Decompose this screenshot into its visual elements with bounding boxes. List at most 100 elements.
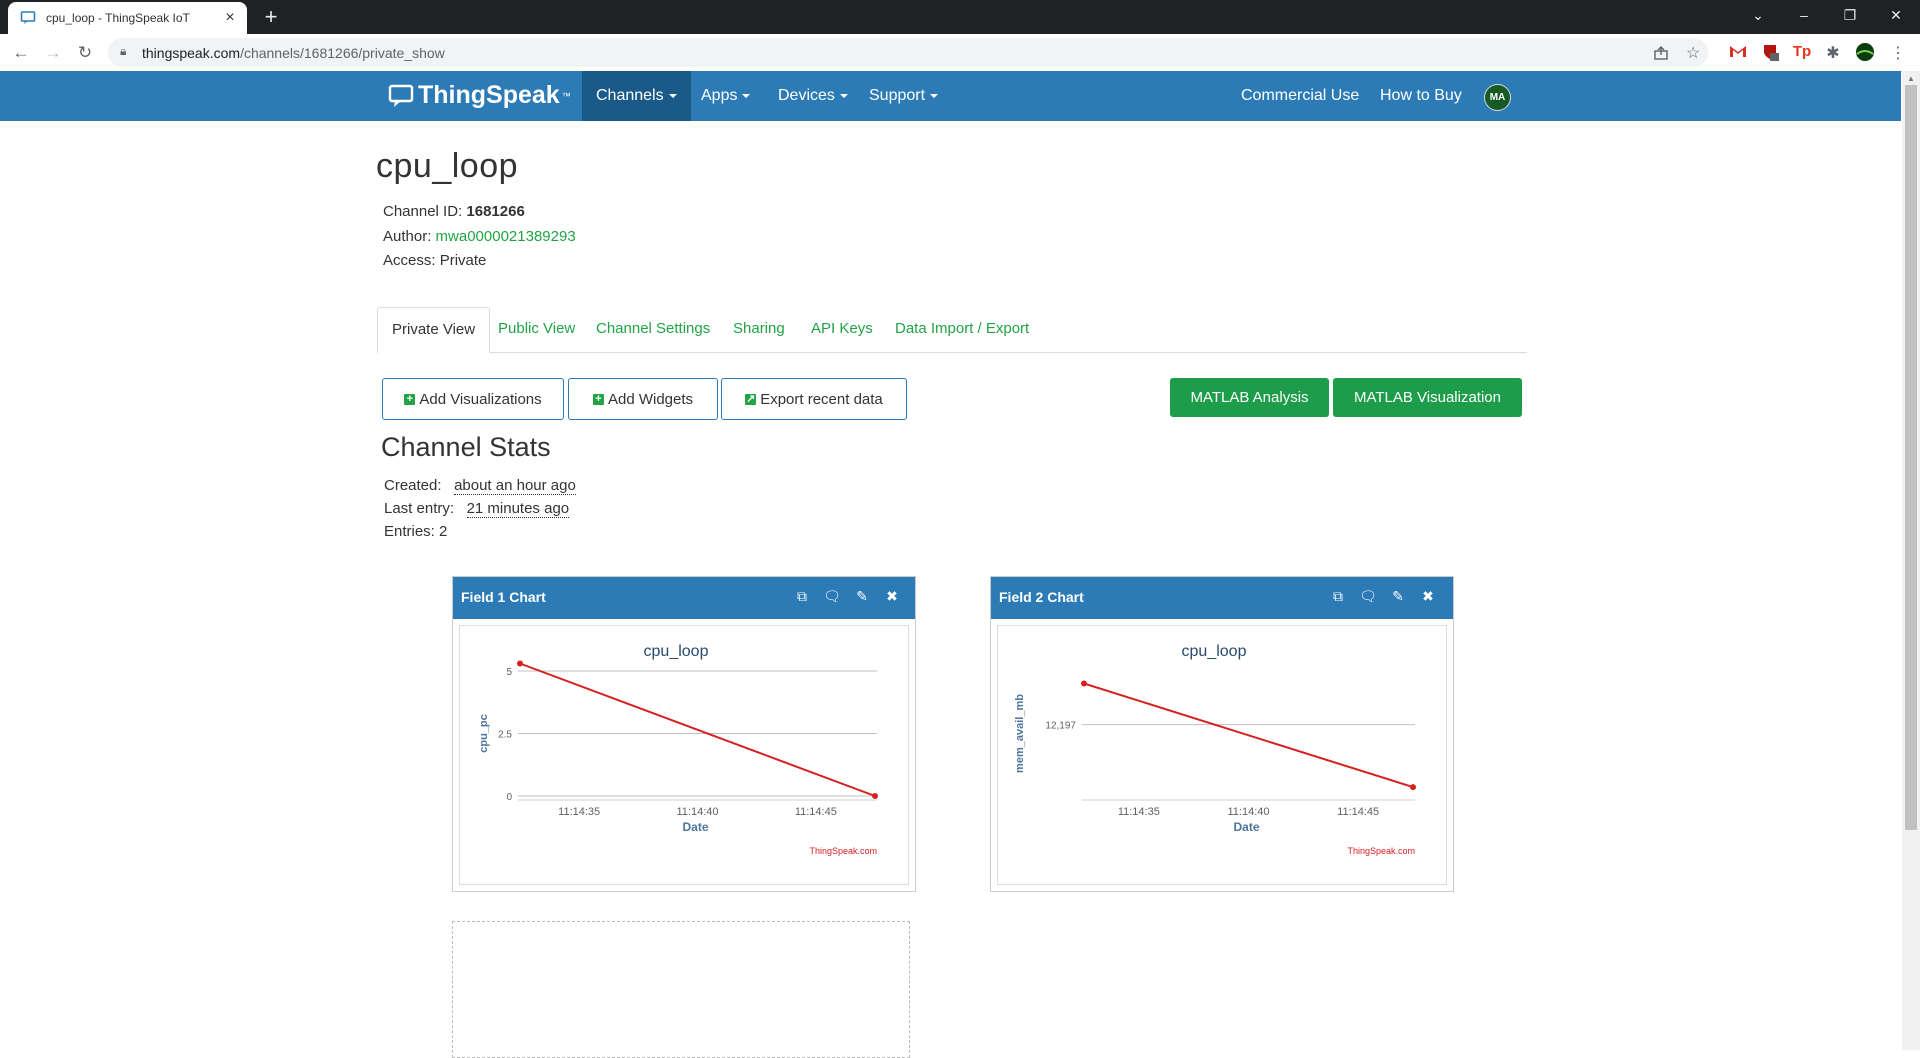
gmail-extension-icon[interactable] [1728,44,1748,58]
caret-down-icon [668,93,677,98]
x-axis-label: Date [682,820,708,834]
x-tick-label: 11:14:35 [558,806,600,818]
scroll-up-icon[interactable]: ▲ [1907,74,1915,83]
tab-search-icon[interactable]: ⌄ [1736,0,1780,30]
thingspeak-navbar: ThingSpeak ™ Channels Apps Devices Suppor… [0,71,1901,121]
tab-api-keys[interactable]: API Keys [797,307,887,351]
matlab-visualization-button[interactable]: MATLAB Visualization [1333,378,1522,417]
plus-square-icon: + [404,393,416,405]
comment-icon[interactable]: 🗨︎ [1359,588,1377,605]
browser-tab[interactable]: cpu_loop - ThingSpeak IoT × [8,2,247,34]
thingspeak-favicon-icon [20,11,36,24]
x-tick-label: 11:14:40 [1227,806,1269,818]
y-axis-label: cpu_pc [478,714,490,753]
tp-extension-icon[interactable]: Tp [1792,43,1812,60]
external-square-icon: ↗ [745,392,757,405]
y-tick-label: 5 [506,667,512,678]
channel-author: Author: mwa0000021389293 [383,228,576,245]
edit-pencil-icon[interactable]: ✎ [1389,588,1407,605]
chart-title: cpu_loop [1182,643,1247,660]
address-bar[interactable]: 🔒︎ thingspeak.com/channels/1681266/priva… [108,38,1708,67]
page-scrollbar[interactable]: ▲ [1902,71,1920,1050]
close-widget-icon[interactable]: ✖ [1419,588,1437,605]
shield-extension-icon[interactable] [1760,43,1780,61]
new-tab-icon[interactable]: + [258,4,284,30]
channel-id: Channel ID: 1681266 [383,203,525,220]
data-point [1410,784,1416,791]
extensions-puzzle-icon[interactable]: ✱ [1823,43,1843,63]
y-tick-label: 2.5 [498,730,512,741]
nav-commercial-use[interactable]: Commercial Use [1227,71,1373,121]
caret-down-icon [742,93,751,98]
tab-public-view[interactable]: Public View [484,307,589,351]
caret-down-icon [930,93,939,98]
export-recent-data-button[interactable]: ↗ Export recent data [721,378,907,420]
nav-apps[interactable]: Apps [687,71,764,121]
comment-icon[interactable]: 🗨︎ [823,588,841,605]
tab-data-import-export[interactable]: Data Import / Export [881,307,1043,351]
close-widget-icon[interactable]: ✖ [883,588,901,605]
chat-bubble-icon [388,84,414,107]
nav-support[interactable]: Support [855,71,952,121]
y-tick-label: 0 [506,792,512,803]
stat-entries: Entries: 2 [384,523,448,540]
lock-icon: 🔒︎ [120,44,127,58]
profile-icon[interactable] [1855,42,1875,62]
edit-pencil-icon[interactable]: ✎ [853,588,871,605]
nav-channels[interactable]: Channels [582,71,691,121]
data-point [1081,680,1087,687]
close-tab-icon[interactable]: × [219,9,241,27]
tab-sharing[interactable]: Sharing [719,307,799,351]
matlab-analysis-button[interactable]: MATLAB Analysis [1170,378,1329,417]
field-2-chart-widget: Field 2 Chart ⧉ 🗨︎ ✎ ✖ cpu_loop 12,197 11:… [990,576,1454,892]
nav-devices[interactable]: Devices [764,71,862,121]
forward-icon[interactable]: → [41,41,65,65]
minimize-icon[interactable]: – [1782,0,1826,30]
nav-how-to-buy[interactable]: How to Buy [1366,71,1476,121]
y-tick-label: 12,197 [1045,721,1076,732]
bookmark-star-icon[interactable]: ☆ [1686,43,1700,63]
tab-private-view[interactable]: Private View [377,307,491,354]
close-window-icon[interactable]: ✕ [1874,0,1918,30]
caret-down-icon [839,93,848,98]
stat-last-entry: Last entry: 21 minutes ago [384,500,570,518]
x-tick-label: 11:14:45 [795,806,837,818]
add-widgets-button[interactable]: + Add Widgets [568,378,718,420]
reload-icon[interactable]: ↻ [73,41,97,65]
widget-title: Field 2 Chart [999,589,1084,605]
widget-header: Field 1 Chart ⧉ 🗨︎ ✎ ✖ [453,577,915,619]
chrome-menu-icon[interactable]: ⋮ [1888,43,1908,63]
open-external-icon[interactable]: ⧉ [793,588,811,605]
chart-title: cpu_loop [644,643,709,660]
widget-title: Field 1 Chart [461,589,546,605]
field-2-line-chart: cpu_loop 12,197 11:14:35 11:14:40 11:14:45 Da… [1014,643,1416,856]
x-tick-label: 11:14:35 [1118,806,1160,818]
open-external-icon[interactable]: ⧉ [1329,588,1347,605]
restore-icon[interactable]: ❐ [1828,0,1872,30]
share-icon[interactable] [1653,45,1669,61]
plus-square-icon: + [592,393,604,405]
tab-channel-settings[interactable]: Channel Settings [582,307,724,351]
field-1-line-chart: cpu_loop 0 2.5 5 11:14:35 11:14:40 11:14:45 Dat… [478,643,878,856]
url-text: thingspeak.com/channels/1681266/private_… [142,45,445,61]
channel-access: Access: Private [383,252,487,269]
widget-header: Field 2 Chart ⧉ 🗨︎ ✎ ✖ [991,577,1453,619]
series-line [519,662,876,797]
channel-tabs: Private View Public View Channel Setting… [377,307,1527,354]
x-tick-label: 11:14:45 [1337,806,1379,818]
author-link[interactable]: mwa0000021389293 [436,228,576,245]
user-avatar[interactable]: MA [1484,84,1511,111]
x-tick-label: 11:14:40 [676,806,718,818]
back-icon[interactable]: ← [9,41,33,65]
y-axis-label: mem_avail_mb [1014,694,1026,773]
add-visualizations-button[interactable]: + Add Visualizations [382,378,564,420]
empty-widget-placeholder [452,921,910,1058]
series-line [1083,682,1414,789]
chart-credit: ThingSpeak.com [809,846,877,856]
stat-created: Created: about an hour ago [384,477,576,495]
tab-title: cpu_loop - ThingSpeak IoT [46,11,190,25]
chart-area: cpu_loop 12,197 11:14:35 11:14:40 11:14:45 Da… [997,625,1447,885]
field-1-chart-widget: Field 1 Chart ⧉ 🗨︎ ✎ ✖ cpu_loop 0 2.5 5 11:1… [452,576,916,892]
scroll-thumb[interactable] [1905,85,1917,830]
thingspeak-logo[interactable]: ThingSpeak ™ [388,81,571,110]
